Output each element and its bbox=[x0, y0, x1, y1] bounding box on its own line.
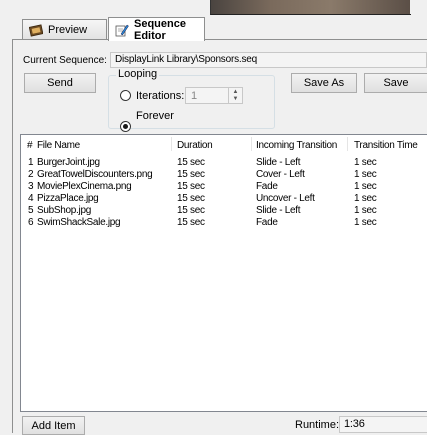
spinner-arrows-icon[interactable]: ▲ ▼ bbox=[228, 88, 242, 103]
current-sequence-label: Current Sequence: bbox=[23, 55, 107, 66]
column-header-transition-time[interactable]: Transition Time bbox=[354, 140, 418, 151]
row-duration: 15 sec bbox=[177, 157, 205, 168]
row-transition-time: 1 sec bbox=[354, 217, 377, 228]
row-duration: 15 sec bbox=[177, 205, 205, 216]
forever-radio[interactable] bbox=[120, 121, 131, 132]
row-transition: Cover - Left bbox=[256, 169, 305, 180]
current-sequence-field: DisplayLink Library\Sponsors.seq bbox=[110, 52, 427, 68]
row-file-name: GreatTowelDiscounters.png bbox=[37, 169, 153, 180]
tab-strip-border bbox=[12, 39, 427, 40]
tab-preview-label: Preview bbox=[48, 23, 88, 36]
iterations-spinner[interactable]: 1 ▲ ▼ bbox=[185, 87, 243, 104]
preview-image-strip bbox=[210, 0, 411, 15]
iterations-label: Iterations: bbox=[136, 90, 185, 102]
forever-label: Forever bbox=[136, 110, 174, 122]
row-transition: Slide - Left bbox=[256, 157, 301, 168]
column-header-file-name-label: File Name bbox=[37, 140, 80, 151]
row-number: 1 bbox=[28, 157, 34, 168]
row-transition: Fade bbox=[256, 181, 278, 192]
tab-preview[interactable]: Preview bbox=[22, 19, 107, 39]
runtime-field: 1:36 bbox=[339, 416, 427, 433]
row-file-name: BurgerJoint.jpg bbox=[37, 157, 100, 168]
table-row[interactable]: 5 SubShop.jpg 15 sec Slide - Left 1 sec bbox=[21, 205, 427, 216]
add-item-button[interactable]: Add Item bbox=[22, 416, 85, 435]
table-row[interactable]: 1 BurgerJoint.jpg 15 sec Slide - Left 1 … bbox=[21, 157, 427, 168]
window-top-background-right bbox=[410, 0, 427, 14]
column-divider[interactable] bbox=[251, 137, 252, 151]
row-transition: Uncover - Left bbox=[256, 193, 315, 204]
row-number: 4 bbox=[28, 193, 34, 204]
save-button[interactable]: Save bbox=[364, 73, 427, 93]
column-header-incoming-transition[interactable]: Incoming Transition bbox=[256, 140, 337, 151]
table-row[interactable]: 4 PizzaPlace.jpg 15 sec Uncover - Left 1… bbox=[21, 193, 427, 204]
table-row[interactable]: 2 GreatTowelDiscounters.png 15 sec Cover… bbox=[21, 169, 427, 180]
row-transition-time: 1 sec bbox=[354, 181, 377, 192]
row-number: 5 bbox=[28, 205, 34, 216]
row-file-name: SwimShackSale.jpg bbox=[37, 217, 121, 228]
row-number: 6 bbox=[28, 217, 34, 228]
row-number: 3 bbox=[28, 181, 34, 192]
iterations-value: 1 bbox=[191, 90, 198, 102]
save-as-button[interactable]: Save As bbox=[291, 73, 357, 93]
row-transition-time: 1 sec bbox=[354, 205, 377, 216]
sequence-item-list[interactable]: # File Name Duration Incoming Transition… bbox=[20, 134, 427, 412]
column-divider[interactable] bbox=[171, 137, 172, 151]
film-strip-icon bbox=[28, 23, 44, 37]
column-header-duration[interactable]: Duration bbox=[177, 140, 213, 151]
send-button[interactable]: Send bbox=[24, 73, 96, 93]
row-transition: Fade bbox=[256, 217, 278, 228]
row-duration: 15 sec bbox=[177, 217, 205, 228]
row-number: 2 bbox=[28, 169, 34, 180]
window-top-background bbox=[0, 0, 210, 14]
runtime-label: Runtime: bbox=[295, 419, 340, 431]
column-divider[interactable] bbox=[347, 137, 348, 151]
row-duration: 15 sec bbox=[177, 169, 205, 180]
row-transition-time: 1 sec bbox=[354, 169, 377, 180]
tab-sequence-editor-label: Sequence Editor bbox=[134, 17, 186, 42]
row-duration: 15 sec bbox=[177, 181, 205, 192]
row-duration: 15 sec bbox=[177, 193, 205, 204]
row-transition-time: 1 sec bbox=[354, 193, 377, 204]
looping-title: Looping bbox=[116, 68, 160, 80]
row-file-name: MoviePlexCinema.png bbox=[37, 181, 132, 192]
column-header-number[interactable]: # bbox=[27, 140, 33, 151]
table-row[interactable]: 6 SwimShackSale.jpg 15 sec Fade 1 sec bbox=[21, 217, 427, 228]
row-file-name: SubShop.jpg bbox=[37, 205, 91, 216]
row-transition: Slide - Left bbox=[256, 205, 301, 216]
table-row[interactable]: 3 MoviePlexCinema.png 15 sec Fade 1 sec bbox=[21, 181, 427, 192]
row-transition-time: 1 sec bbox=[354, 157, 377, 168]
tab-sequence-editor[interactable]: Sequence Editor bbox=[108, 17, 205, 42]
row-file-name: PizzaPlace.jpg bbox=[37, 193, 99, 204]
edit-pencil-icon bbox=[115, 23, 129, 37]
iterations-radio[interactable] bbox=[120, 90, 131, 101]
